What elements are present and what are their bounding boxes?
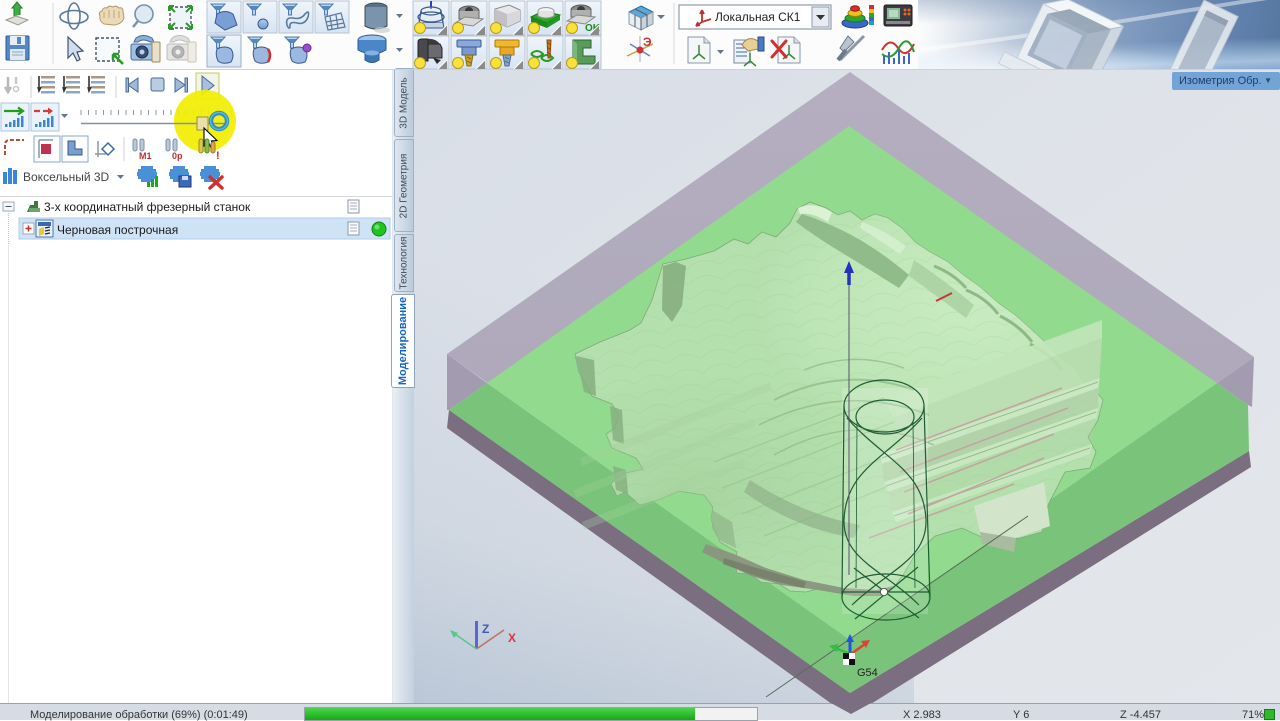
svg-text:3-х координатный фрезерный ста: 3-х координатный фрезерный станок (44, 200, 251, 214)
svg-text:Z: Z (482, 622, 489, 636)
svg-text:Локальная СК1: Локальная СК1 (715, 10, 801, 24)
svg-text:X: X (508, 631, 516, 645)
svg-text:Э: Э (643, 35, 652, 49)
svg-text:G54: G54 (857, 667, 878, 679)
svg-text:Воксельный 3D: Воксельный 3D (23, 170, 110, 184)
svg-text:M1: M1 (139, 151, 152, 161)
svg-text:!: ! (216, 150, 220, 162)
svg-text:Черновая построчная: Черновая построчная (57, 223, 178, 237)
svg-text:0p: 0p (172, 151, 183, 161)
